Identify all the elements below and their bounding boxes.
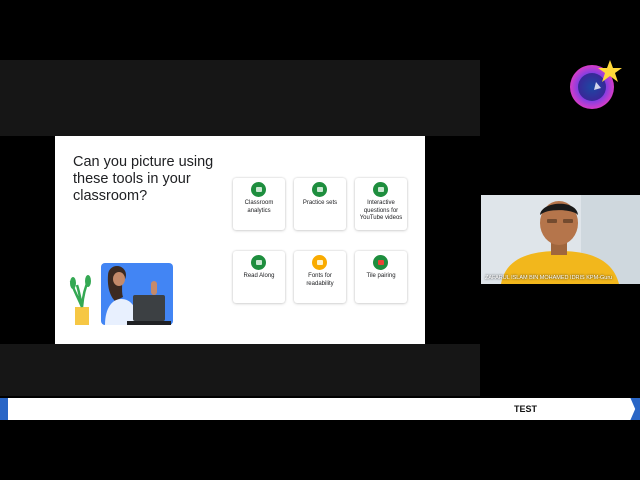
card-practice-sets: Practice sets — [294, 178, 346, 230]
ticker-accent-right — [630, 398, 640, 420]
read-along-icon — [251, 255, 266, 270]
presentation-slide: Can you picture using these tools in you… — [55, 136, 425, 344]
card-interactive-questions: Interactive questions for YouTube videos — [355, 178, 407, 230]
slide-title: Can you picture using these tools in you… — [73, 154, 214, 204]
card-fonts-readability: Fonts for readability — [294, 251, 346, 303]
practice-sets-icon — [312, 182, 327, 197]
card-tile-pairing: Tile pairing — [355, 251, 407, 303]
channel-logo — [570, 60, 622, 109]
ticker-accent-left — [0, 398, 8, 420]
card-label: Classroom analytics — [244, 200, 274, 214]
card-label: Read Along — [243, 273, 275, 279]
tile-pairing-icon — [373, 255, 388, 270]
letterbox-bottom — [0, 344, 480, 396]
fonts-icon — [312, 255, 327, 270]
card-label: Interactive questions for YouTube videos — [359, 200, 403, 221]
ticker-text: TEST — [514, 404, 538, 414]
analytics-icon — [251, 182, 266, 197]
card-classroom-analytics: Classroom analytics — [233, 178, 285, 230]
ticker-bar: TEST — [0, 398, 640, 420]
presenter-name: ZAFARUL ISLAM BIN MOHAMED IDRIS KPM-Guru — [485, 275, 613, 281]
card-read-along: Read Along — [233, 251, 285, 303]
letterbox-top — [0, 60, 480, 136]
interactive-questions-icon — [373, 182, 388, 197]
webcam-feed: ZAFARUL ISLAM BIN MOHAMED IDRIS KPM-Guru — [481, 195, 640, 284]
card-label: Fonts for readability — [306, 273, 334, 287]
teacher-illustration — [69, 263, 173, 325]
presenter-video — [481, 195, 640, 284]
card-label: Practice sets — [302, 200, 338, 206]
card-label: Tile pairing — [366, 273, 396, 279]
